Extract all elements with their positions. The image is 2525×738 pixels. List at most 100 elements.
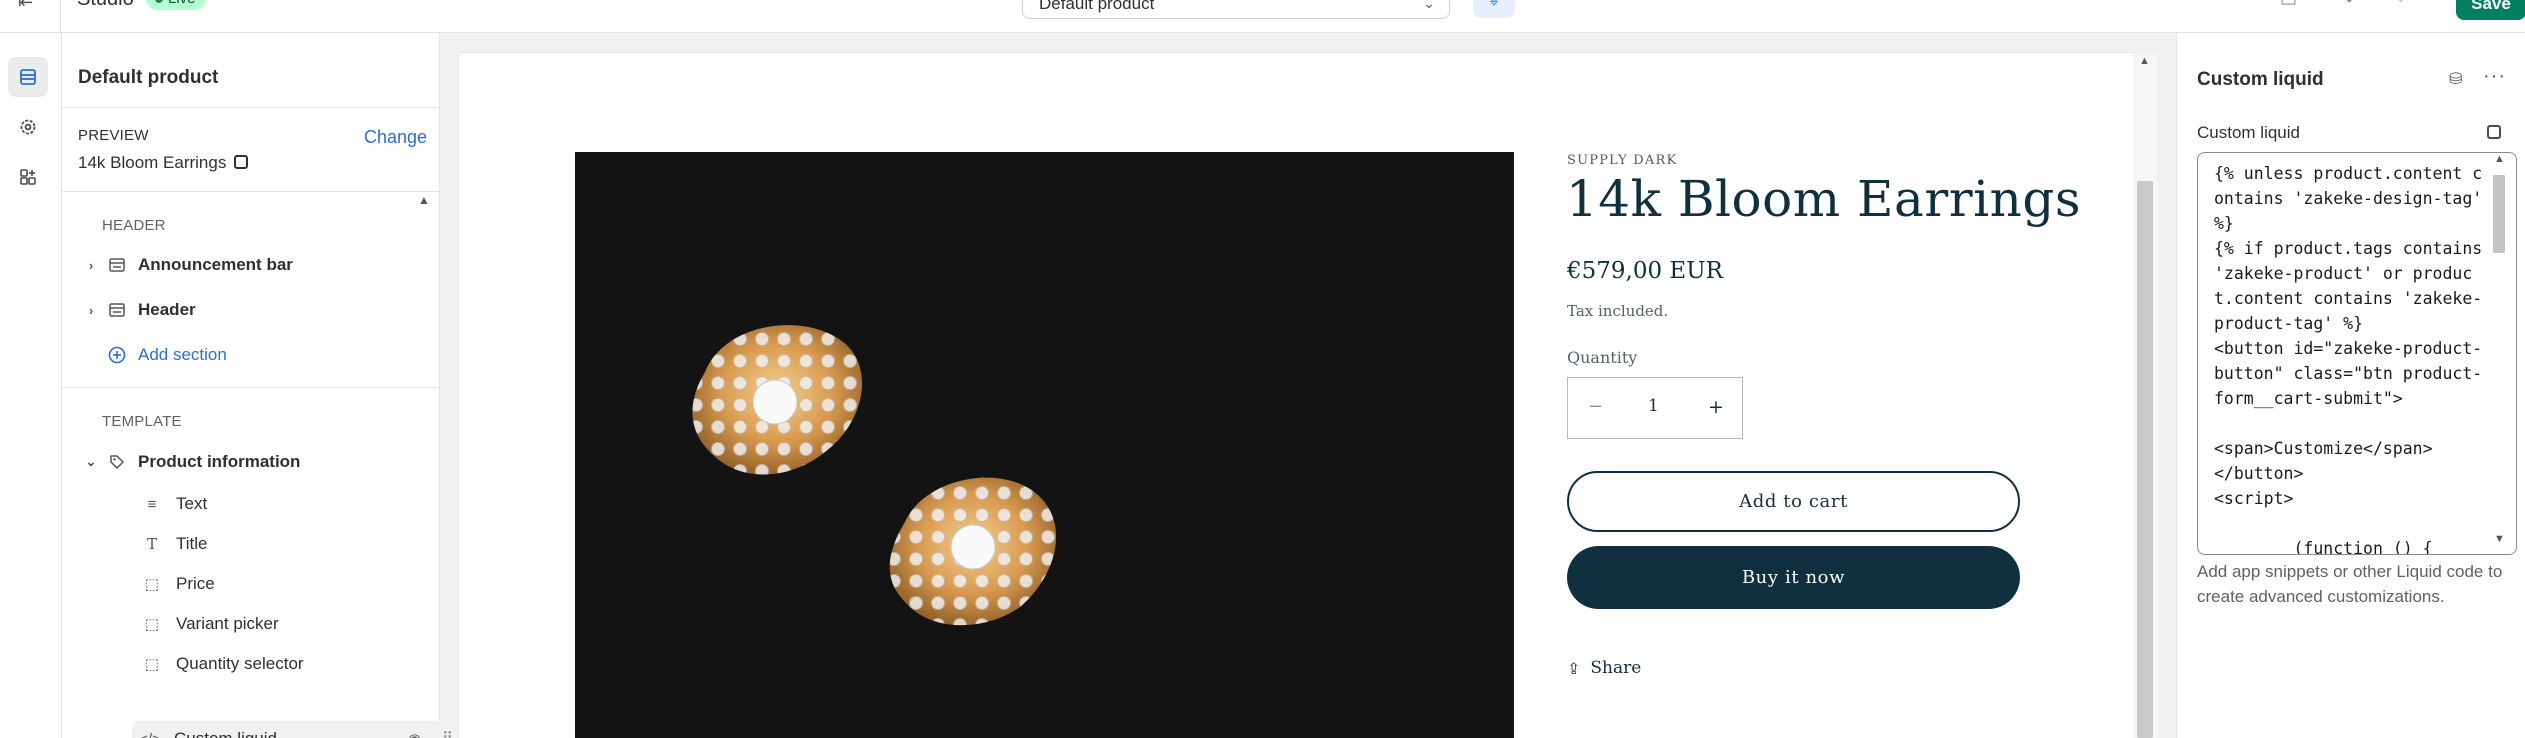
header-group-label: HEADER	[102, 217, 166, 234]
custom-liquid-field-label: Custom liquid	[2197, 123, 2300, 142]
block-price[interactable]: ⬚ Price	[132, 566, 462, 602]
scroll-down-icon[interactable]: ▼	[2494, 533, 2505, 545]
help-text: Add app snippets or other Liquid code to…	[2197, 562, 2503, 606]
exit-icon[interactable]: ⇤	[18, 0, 42, 16]
scrollbar-thumb[interactable]	[2137, 181, 2153, 738]
block-label: Custom liquid	[174, 729, 277, 738]
database-icon[interactable]: ⛁	[2449, 69, 2462, 89]
theme-editor: ⇤ Studio Live Default product ⌄ ⌖ ▭ ↶ ↷ …	[0, 0, 2525, 738]
block-label: Text	[176, 494, 208, 513]
eye-icon[interactable]: ◉	[408, 730, 421, 738]
quantity-increase-button[interactable]: +	[1708, 396, 1724, 418]
block-quantity-selector[interactable]: ⬚ Quantity selector	[132, 646, 462, 682]
sections-icon[interactable]	[8, 57, 48, 97]
more-icon[interactable]: ···	[2483, 65, 2506, 88]
product-price: €579,00 EUR	[1567, 258, 1723, 284]
sidebar-item-header[interactable]: › Header	[82, 292, 422, 328]
dashed-square-icon: ⬚	[144, 576, 160, 593]
dashed-square-icon: ⬚	[144, 656, 160, 673]
product-image	[575, 152, 1514, 738]
redo-icon[interactable]: ↷	[2390, 0, 2405, 11]
chevron-down-icon: ⌄	[1423, 0, 1435, 11]
product-vendor: SUPPLY DARK	[1567, 153, 1678, 168]
icon-rail	[0, 33, 62, 738]
product-title: 14k Bloom Earrings	[1566, 170, 2082, 228]
change-preview-link[interactable]: Change	[364, 127, 427, 148]
theme-name: Studio	[77, 0, 134, 11]
chevron-down-icon[interactable]: ⌄	[82, 454, 100, 470]
code-scrollbar[interactable]: ▲ ▼	[2489, 153, 2509, 553]
block-variant-picker[interactable]: ⬚ Variant picker	[132, 606, 462, 642]
divider	[62, 107, 440, 108]
template-select[interactable]: Default product ⌄	[1022, 0, 1450, 19]
drag-handle-icon[interactable]: ⠿	[442, 729, 453, 738]
preview-scrollbar[interactable]: ▲	[2133, 53, 2157, 738]
preview-product-name: 14k Bloom Earrings	[78, 153, 227, 172]
block-label: Price	[176, 574, 215, 593]
tag-icon	[108, 454, 126, 470]
sidebar-title: Default product	[78, 67, 219, 88]
divider	[62, 387, 440, 388]
sidebar-item-product-information[interactable]: ⌄ Product information	[82, 444, 422, 480]
sidebar-item-announcement-bar[interactable]: › Announcement bar	[82, 247, 422, 283]
code-icon: </>	[139, 731, 161, 738]
custom-liquid-textarea[interactable]: {% unless product.content contains 'zake…	[2197, 152, 2517, 555]
earrings-image	[692, 325, 1057, 626]
earring-left	[692, 325, 863, 475]
external-link-icon[interactable]	[2487, 125, 2501, 139]
undo-icon[interactable]: ↶	[2345, 0, 2360, 11]
block-label: Quantity selector	[176, 654, 304, 673]
sidebar-item-label: Product information	[138, 452, 301, 471]
scroll-up-icon[interactable]: ▲	[2494, 153, 2505, 165]
block-text[interactable]: ≡ Text	[132, 486, 462, 522]
add-section-button[interactable]: Add section	[82, 337, 422, 373]
block-settings-panel: Custom liquid ⛁ ··· Custom liquid {% unl…	[2176, 33, 2525, 738]
dashed-square-icon: ⬚	[144, 616, 160, 633]
monitor-icon[interactable]: ▭	[2280, 0, 2297, 11]
divider	[62, 191, 440, 192]
sections-sidebar: Default product PREVIEW 14k Bloom Earrin…	[62, 33, 462, 738]
scroll-up-icon[interactable]: ▲	[418, 193, 430, 207]
share-icon: ⇪	[1567, 658, 1581, 678]
chevron-right-icon[interactable]: ›	[82, 303, 100, 318]
sidebar-item-label: Announcement bar	[138, 255, 293, 274]
app-blocks-icon[interactable]	[8, 157, 48, 197]
top-bar: ⇤ Studio Live Default product ⌄ ⌖ ▭ ↶ ↷ …	[0, 0, 2525, 33]
share-button[interactable]: ⇪ Share	[1567, 658, 1641, 678]
quantity-stepper: − 1 +	[1567, 377, 1743, 439]
block-custom-liquid[interactable]: </> Custom liquid ◉ ⠿	[132, 721, 462, 738]
earring-right	[889, 477, 1057, 626]
add-section-label: Add section	[138, 345, 227, 364]
block-title[interactable]: T Title	[132, 526, 462, 562]
title-t-icon: T	[146, 535, 157, 553]
settings-gear-icon[interactable]	[8, 107, 48, 147]
inspector-icon[interactable]: ⌖	[1473, 0, 1515, 18]
text-lines-icon: ≡	[147, 495, 157, 513]
quantity-decrease-button[interactable]: −	[1588, 396, 1603, 417]
scrollbar-thumb[interactable]	[2493, 175, 2505, 253]
quantity-value[interactable]: 1	[1648, 396, 1659, 416]
external-link-icon[interactable]	[234, 155, 249, 169]
live-status-badge: Live	[146, 0, 206, 10]
chevron-right-icon[interactable]: ›	[82, 258, 100, 273]
plus-circle-icon	[108, 346, 126, 364]
panel-title: Custom liquid	[2197, 69, 2324, 90]
section-icon	[108, 302, 126, 318]
preview-label: PREVIEW	[78, 127, 149, 144]
topbar-divider	[60, 0, 61, 33]
quantity-label: Quantity	[1567, 348, 1638, 367]
custom-liquid-code[interactable]: {% unless product.content contains 'zake…	[2214, 161, 2486, 554]
block-label: Title	[176, 534, 208, 553]
section-icon	[108, 257, 126, 273]
buy-it-now-button[interactable]: Buy it now	[1567, 546, 2020, 609]
template-group-label: TEMPLATE	[102, 413, 182, 430]
save-button[interactable]: Save	[2456, 0, 2525, 20]
block-label: Variant picker	[176, 614, 279, 633]
scroll-up-icon[interactable]: ▲	[2139, 55, 2150, 67]
template-select-value: Default product	[1039, 0, 1155, 13]
sidebar-item-label: Header	[138, 300, 196, 319]
share-label: Share	[1590, 658, 1642, 678]
tax-note: Tax included.	[1567, 302, 1669, 320]
add-to-cart-button[interactable]: Add to cart	[1567, 471, 2020, 532]
preview-product[interactable]: 14k Bloom Earrings	[78, 153, 249, 173]
